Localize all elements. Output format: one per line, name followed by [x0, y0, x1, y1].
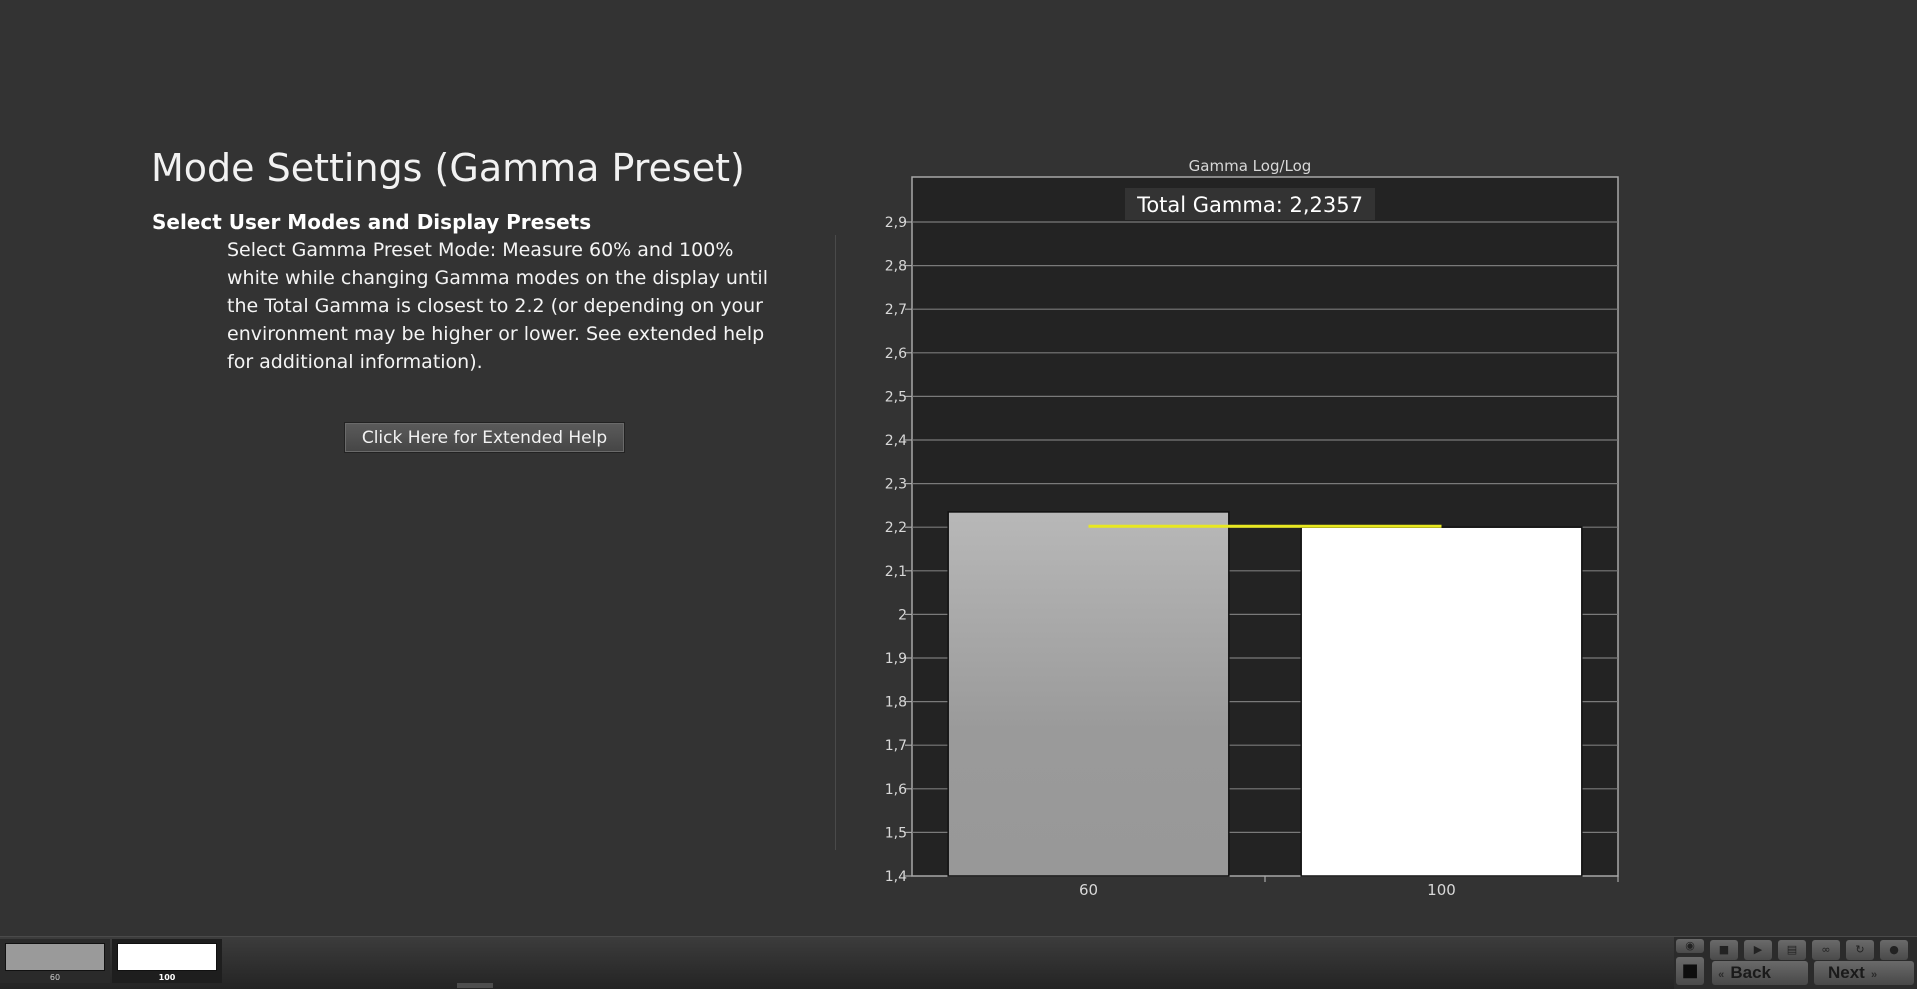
- y-tick-label: 2,5: [885, 389, 907, 405]
- y-tick-label: 1,5: [885, 825, 907, 841]
- bar-60: [947, 511, 1230, 877]
- next-button[interactable]: Next »: [1814, 961, 1914, 985]
- y-tick-label: 2: [898, 607, 907, 623]
- swatch-label: 60: [49, 973, 61, 982]
- next-arrow-icon: »: [1864, 969, 1878, 981]
- stop-icon[interactable]: ■: [1710, 940, 1738, 960]
- y-tick-label: 2,4: [885, 433, 907, 449]
- y-tick-label: 1,6: [885, 782, 907, 798]
- loop-icon[interactable]: ∞: [1812, 940, 1840, 960]
- y-tick-label: 1,9: [885, 651, 907, 667]
- y-tick-label: 1,8: [885, 695, 907, 711]
- play-icon[interactable]: ▶: [1744, 940, 1772, 960]
- x-tick-label: 60: [1079, 881, 1098, 899]
- y-tick-label: 1,7: [885, 738, 907, 754]
- y-tick-label: 2,3: [885, 477, 907, 493]
- y-tick-label: 1,4: [885, 869, 907, 885]
- swatch-60[interactable]: 60: [0, 939, 110, 983]
- record-stop-button[interactable]: ■: [1676, 957, 1704, 985]
- y-tick-label: 2,8: [885, 259, 907, 275]
- swatch-color: [5, 943, 105, 971]
- x-tick-label: 100: [1427, 881, 1456, 899]
- bar-100: [1300, 526, 1583, 877]
- refresh-icon[interactable]: ↻: [1846, 940, 1874, 960]
- swatch-100[interactable]: 100: [112, 939, 222, 983]
- back-button[interactable]: « Back: [1712, 961, 1808, 985]
- back-arrow-icon: «: [1712, 969, 1731, 981]
- swatch-label: 100: [158, 973, 176, 982]
- y-tick-label: 2,9: [885, 215, 907, 231]
- back-button-label: Back: [1730, 963, 1771, 982]
- bottom-bar: 60 100 ◉ ■ ▶ ▤ ∞ ↻ ● ■ « Back Next »: [0, 936, 1917, 989]
- chart-title: Gamma Log/Log: [1189, 157, 1312, 175]
- scrollbar-thumb[interactable]: [457, 983, 493, 988]
- y-tick-label: 2,1: [885, 564, 907, 580]
- swatch-color: [117, 943, 217, 971]
- y-tick-label: 2,6: [885, 346, 907, 362]
- next-button-label: Next: [1828, 963, 1865, 982]
- gamma-chart: Gamma Log/Log 1,4 1,5 1,6 1,7 1,8 1,9 2 2,1 2,2 2…: [885, 157, 1619, 899]
- navigation-controls: ◉ ■ ▶ ▤ ∞ ↻ ● ■ « Back Next »: [1674, 937, 1917, 989]
- save-icon[interactable]: ▤: [1778, 940, 1806, 960]
- y-tick-label: 2,2: [885, 520, 907, 536]
- dot-icon[interactable]: ●: [1880, 940, 1908, 960]
- total-gamma-label: Total Gamma: 2,2357: [1136, 193, 1363, 217]
- eye-icon[interactable]: ◉: [1676, 939, 1704, 953]
- y-tick-label: 2,7: [885, 302, 907, 318]
